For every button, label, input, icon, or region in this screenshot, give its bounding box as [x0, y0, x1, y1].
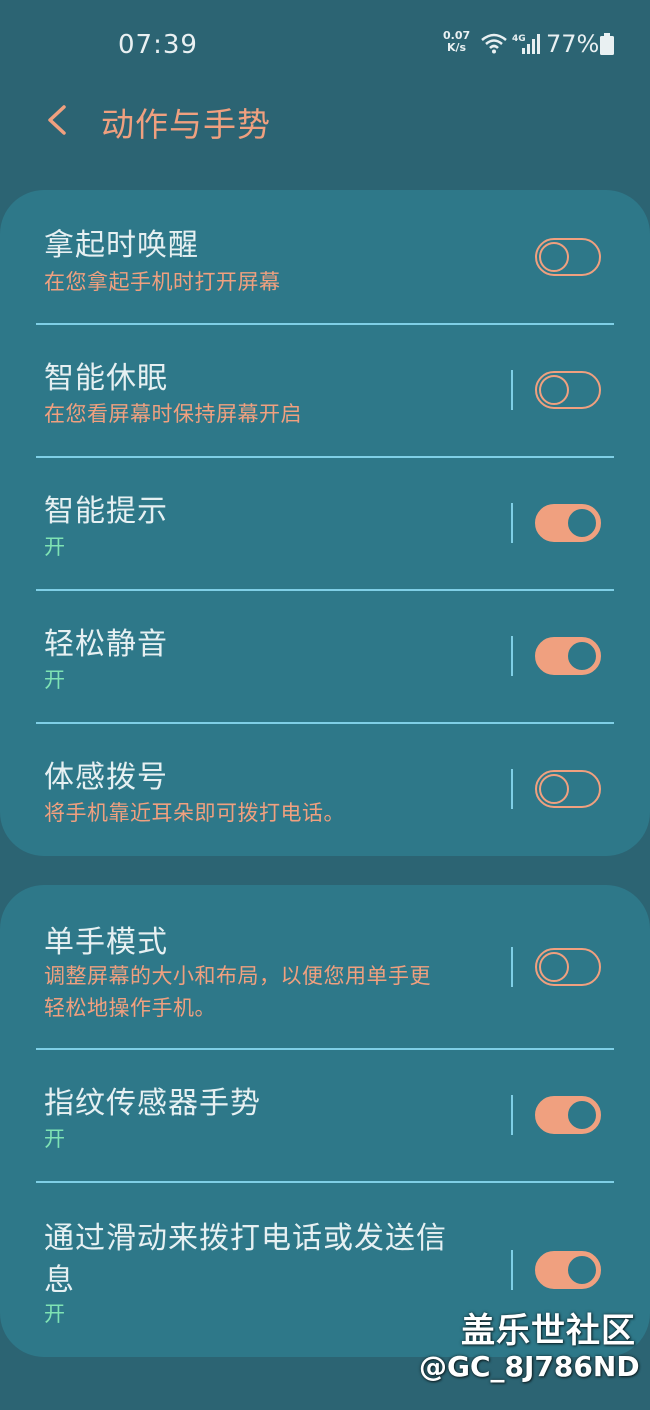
toggle-separator: [511, 947, 513, 987]
watermark-site: 盖乐世社区: [461, 1311, 636, 1351]
toggle-knob: [539, 774, 569, 804]
setting-title: 单手模式: [44, 925, 168, 960]
setting-subtitle: 在您拿起手机时打开屏幕: [44, 270, 281, 294]
setting-row-lift-to-wake[interactable]: 拿起时唤醒 在您拿起手机时打开屏幕: [0, 190, 650, 324]
settings-card-gestures: 单手模式 调整屏幕的大小和布局，以便您用单手更 轻松地操作手机。 指纹传感器手势…: [0, 885, 650, 1357]
setting-subtitle: 将手机靠近耳朵即可拨打电话。: [44, 801, 345, 825]
lift-to-wake-toggle[interactable]: [535, 238, 601, 276]
setting-title-line-1: 通过滑动来拨打电话或发送信: [44, 1221, 447, 1256]
setting-title: 轻松静音: [44, 627, 168, 662]
toggle-separator: [511, 1250, 513, 1290]
toggle-knob: [539, 375, 569, 405]
setting-title: 指纹传感器手势: [44, 1086, 261, 1121]
one-handed-mode-toggle[interactable]: [535, 948, 601, 986]
battery-icon: [600, 33, 614, 55]
setting-row-direct-call[interactable]: 体感拨号 将手机靠近耳朵即可拨打电话。: [0, 723, 650, 856]
setting-subtitle-line-2: 轻松地操作手机。: [44, 996, 216, 1020]
toggle-separator: [511, 636, 513, 676]
setting-row-fingerprint-gestures[interactable]: 指纹传感器手势 开: [0, 1049, 650, 1182]
toggle-knob: [565, 506, 599, 540]
settings-card-motions: 拿起时唤醒 在您拿起手机时打开屏幕 智能休眠 在您看屏幕时保持屏幕开启 智能提示…: [0, 190, 650, 856]
network-type-label: 4G: [512, 34, 526, 44]
page-title: 动作与手势: [101, 105, 271, 144]
toggle-knob: [565, 639, 599, 673]
smart-alert-toggle[interactable]: [535, 504, 601, 542]
toggle-knob: [539, 952, 569, 982]
smart-stay-toggle[interactable]: [535, 371, 601, 409]
toggle-separator: [511, 503, 513, 543]
setting-title: 拿起时唤醒: [44, 228, 199, 263]
easy-mute-toggle[interactable]: [535, 637, 601, 675]
setting-status: 开: [44, 535, 66, 559]
network-speed-unit: K/s: [447, 41, 467, 54]
toggle-separator: [511, 1095, 513, 1135]
toggle-knob: [565, 1253, 599, 1287]
status-time: 07:39: [118, 30, 198, 60]
setting-title: 智能休眠: [44, 361, 168, 396]
setting-row-smart-alert[interactable]: 智能提示 开: [0, 457, 650, 590]
setting-row-one-handed-mode[interactable]: 单手模式 调整屏幕的大小和布局，以便您用单手更 轻松地操作手机。: [0, 885, 650, 1049]
setting-subtitle-line-1: 调整屏幕的大小和布局，以便您用单手更: [44, 964, 431, 988]
setting-title: 体感拨号: [44, 760, 168, 795]
back-arrow-icon[interactable]: [42, 101, 72, 139]
status-bar: 07:39 0.07 K/s 4G 77%: [0, 0, 650, 80]
toggle-separator: [511, 769, 513, 809]
setting-title-line-2: 息: [44, 1263, 75, 1298]
direct-call-toggle[interactable]: [535, 770, 601, 808]
cellular-signal-icon: 4G: [512, 34, 540, 54]
setting-row-easy-mute[interactable]: 轻松静音 开: [0, 590, 650, 723]
setting-status: 开: [44, 1127, 66, 1151]
network-speed: 0.07 K/s: [443, 30, 470, 54]
toggle-knob: [539, 242, 569, 272]
wifi-icon: [481, 33, 507, 54]
setting-title: 智能提示: [44, 494, 168, 529]
toggle-separator: [511, 370, 513, 410]
watermark-user: @GC_8J786ND: [419, 1350, 640, 1383]
setting-status: 开: [44, 668, 66, 692]
setting-row-smart-stay[interactable]: 智能休眠 在您看屏幕时保持屏幕开启: [0, 324, 650, 457]
setting-status: 开: [44, 1302, 66, 1326]
setting-subtitle: 在您看屏幕时保持屏幕开启: [44, 402, 302, 426]
fingerprint-gestures-toggle[interactable]: [535, 1096, 601, 1134]
battery-percent: 77%: [546, 30, 600, 58]
toggle-knob: [565, 1098, 599, 1132]
swipe-to-call-toggle[interactable]: [535, 1251, 601, 1289]
